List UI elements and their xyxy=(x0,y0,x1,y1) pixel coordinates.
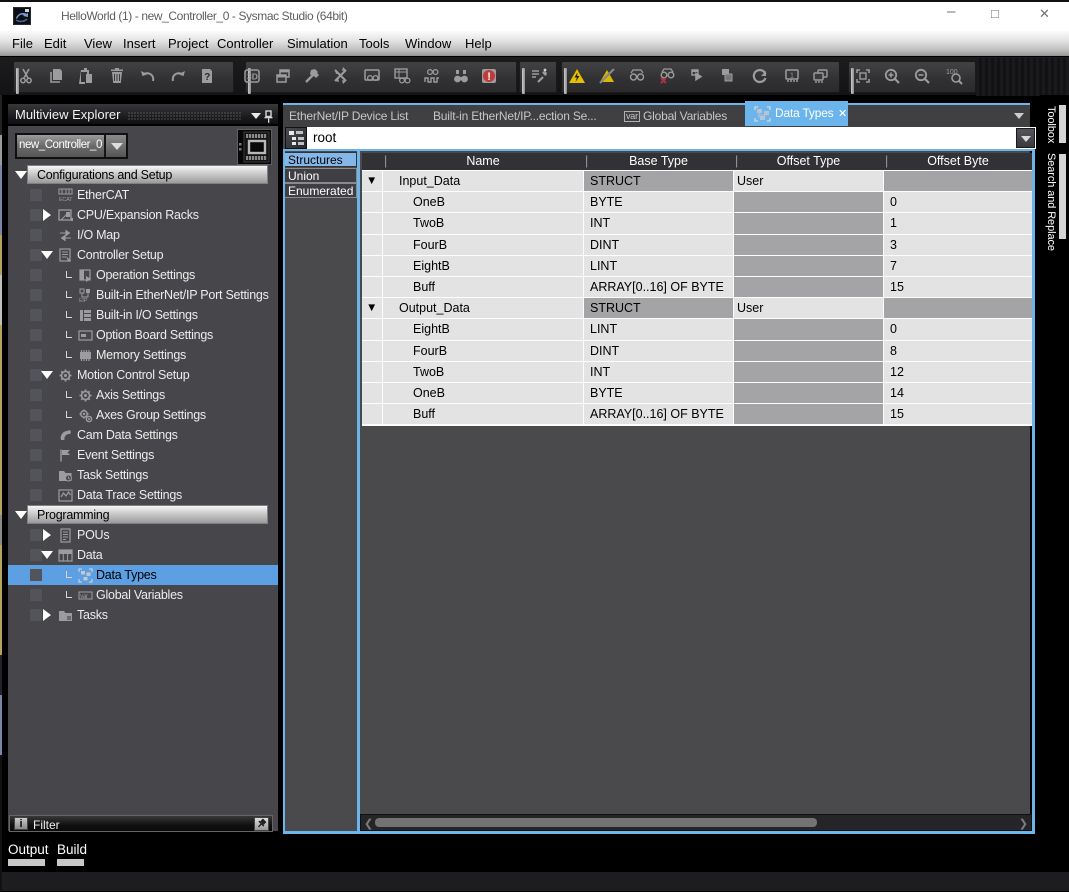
svg-text:?: ? xyxy=(204,72,210,83)
svg-text:1: 1 xyxy=(790,73,794,80)
svg-text:3D: 3D xyxy=(247,72,258,82)
svg-text:100: 100 xyxy=(946,69,958,76)
svg-text:var: var xyxy=(80,594,88,600)
svg-text:!: ! xyxy=(487,71,491,83)
svg-text:EIP: EIP xyxy=(79,298,88,303)
svg-text:ECAT: ECAT xyxy=(59,197,73,203)
